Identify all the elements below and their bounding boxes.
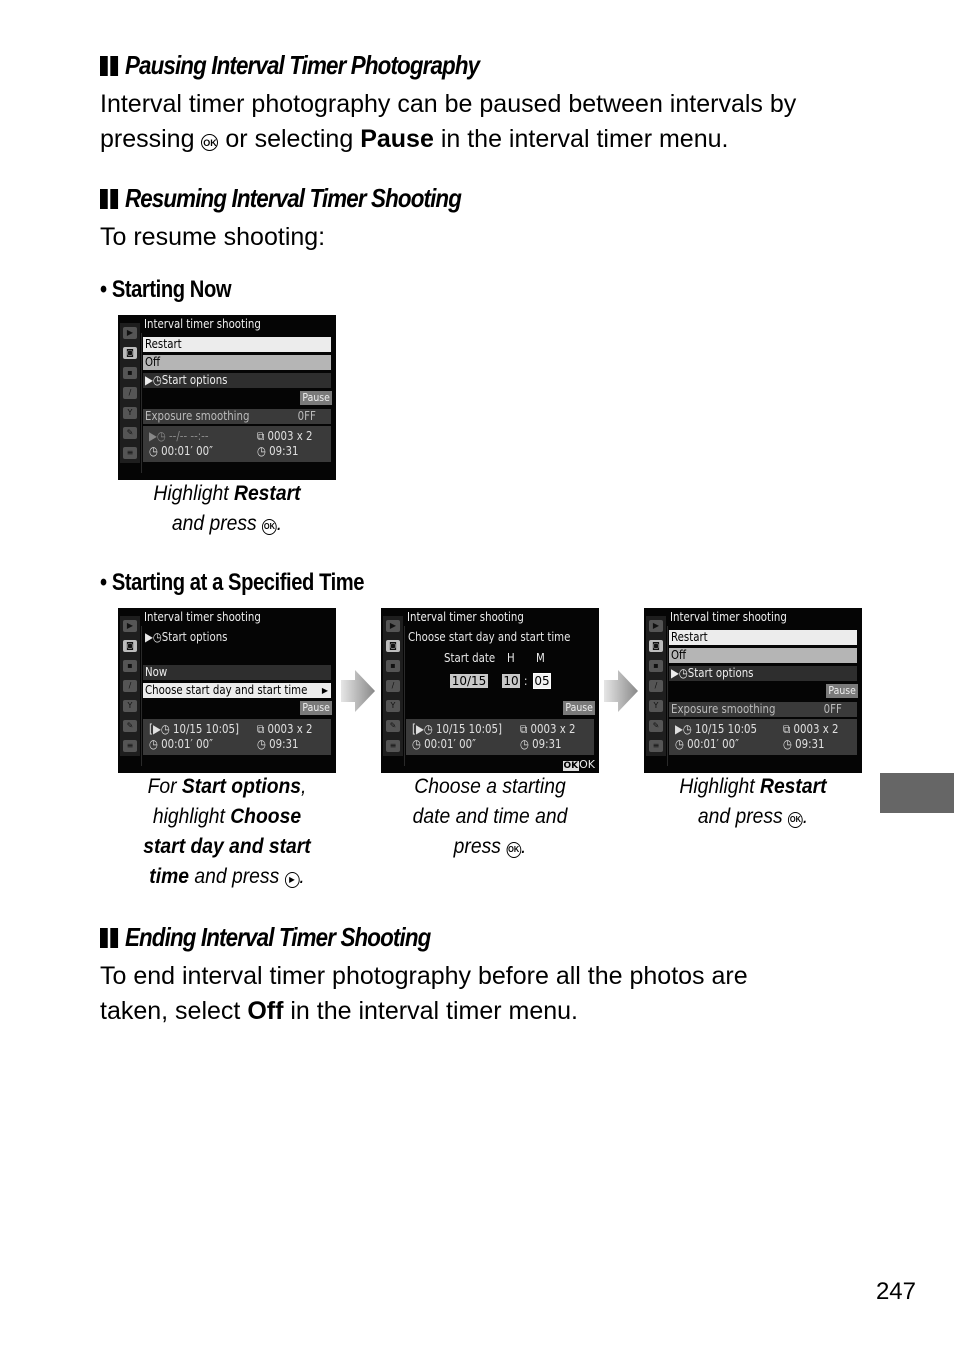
ok-button-icon: OK: [262, 519, 277, 535]
resume-intro: To resume shooting:: [100, 223, 326, 251]
pencil-icon: /: [123, 680, 137, 692]
wrench-icon: Y: [386, 700, 400, 712]
start-date-label: Start date: [444, 651, 496, 665]
menu-sidebar: ▶ ◙ ▪ / Y ✎ ≡: [120, 323, 140, 463]
pencil-icon: /: [386, 680, 400, 692]
menu-sidebar: ▶ ◙ ▪ / Y ✎ ≡: [646, 616, 666, 756]
my-menu-icon: ≡: [123, 740, 137, 752]
my-menu-icon: ≡: [649, 740, 663, 752]
retouch-icon: ✎: [123, 427, 137, 439]
menu-sidebar: ▶ ◙ ▪ / Y ✎ ≡: [383, 616, 403, 756]
retouch-icon: ✎: [123, 720, 137, 732]
menu-item-exposure-smoothing[interactable]: Exposure smoothing 0FF: [669, 702, 857, 717]
next-step-arrow-icon: [604, 670, 638, 712]
screen-title: Interval timer shooting: [144, 317, 261, 331]
section-marker-icon: [110, 927, 119, 948]
menu-item-off[interactable]: Off: [143, 355, 331, 370]
menu-item-start-options[interactable]: ▶◷Start options: [669, 666, 857, 681]
caption-start-options: For Start options, highlight Choose star…: [143, 775, 311, 888]
wrench-icon: Y: [123, 700, 137, 712]
screen-title: Interval timer shooting: [407, 610, 524, 624]
camera-icon: ◙: [649, 640, 663, 652]
menu-item-now[interactable]: Now: [143, 665, 331, 680]
submenu-arrow-icon: ▶: [321, 686, 328, 695]
camera-screen-start-options: ▶ ◙ ▪ / Y ✎ ≡ Interval timer shooting ▶◷…: [118, 608, 336, 773]
submenu-header: ▶◷Start options: [145, 630, 228, 644]
page-number: 247: [875, 1278, 916, 1305]
timer-info-panel: [▶◷ 10/15 10:05] ◷ 00:01′ 00″ ⧉ 0003 x 2…: [406, 719, 594, 755]
menu-item-off[interactable]: Off: [669, 648, 857, 663]
playback-icon: ▶: [123, 327, 137, 339]
screen-title: Interval timer shooting: [144, 610, 261, 624]
section-marker-icon: [110, 55, 119, 76]
playback-icon: ▶: [649, 620, 663, 632]
section-marker-icon: [110, 188, 119, 209]
menu-item-choose-start[interactable]: Choose start day and start time ▶: [143, 683, 331, 698]
ok-button-icon: OK: [788, 812, 803, 828]
ok-button-icon: OK: [201, 134, 219, 151]
minute-field[interactable]: 05: [533, 673, 551, 689]
hour-label: H: [507, 651, 515, 665]
submenu-header: Choose start day and start time: [408, 630, 571, 644]
timer-info-panel: ▶◷ --/-- --:-- ◷ 00:01′ 00″ ⧉ 0003 x 2 ◷…: [143, 426, 331, 462]
movie-icon: ▪: [649, 660, 663, 672]
caption-highlight-restart: Highlight Restart and press OK.: [679, 775, 827, 828]
ok-button-icon: OK: [506, 842, 521, 858]
movie-icon: ▪: [123, 660, 137, 672]
timer-info-panel: ▶◷ 10/15 10:05 ◷ 00:01′ 00″ ⧉ 0003 x 2 ◷…: [669, 719, 857, 755]
camera-icon: ◙: [123, 347, 137, 359]
menu-sidebar: ▶ ◙ ▪ / Y ✎ ≡: [120, 616, 140, 756]
wrench-icon: Y: [649, 700, 663, 712]
bullet-specified-time: • Starting at a Specified Time: [100, 569, 365, 596]
retouch-icon: ✎: [386, 720, 400, 732]
ok-confirm-hint[interactable]: OKOK: [562, 758, 595, 771]
heading-resuming: Resuming Interval Timer Shooting: [100, 183, 462, 214]
menu-item-exposure-smoothing[interactable]: Exposure smoothing 0FF: [143, 409, 331, 424]
caption-starting-now: Highlight Restart and press OK.: [153, 482, 301, 535]
start-date-field[interactable]: 10/15: [450, 674, 488, 688]
my-menu-icon: ≡: [386, 740, 400, 752]
heading-ending: Ending Interval Timer Shooting: [100, 922, 431, 953]
section-marker-icon: [100, 188, 108, 209]
pause-badge: Pause: [826, 684, 858, 698]
camera-screen-restart-scheduled: ▶ ◙ ▪ / Y ✎ ≡ Interval timer shooting Re…: [644, 608, 862, 773]
camera-icon: ◙: [386, 640, 400, 652]
section-marker-icon: [100, 927, 108, 948]
bullet-starting-now: • Starting Now: [100, 276, 232, 303]
pause-badge: Pause: [563, 701, 595, 715]
movie-icon: ▪: [386, 660, 400, 672]
screen-title: Interval timer shooting: [670, 610, 787, 624]
pausing-paragraph: Interval timer photography can be paused…: [100, 90, 797, 153]
ending-paragraph: To end interval timer photography before…: [100, 962, 748, 1025]
movie-icon: ▪: [123, 367, 137, 379]
menu-item-start-options[interactable]: ▶◷Start options: [143, 373, 331, 388]
playback-icon: ▶: [123, 620, 137, 632]
my-menu-icon: ≡: [123, 447, 137, 459]
next-step-arrow-icon: [341, 670, 375, 712]
pencil-icon: /: [123, 387, 137, 399]
minute-label: M: [536, 651, 545, 665]
pencil-icon: /: [649, 680, 663, 692]
camera-screen-choose-date: ▶ ◙ ▪ / Y ✎ ≡ Interval timer shooting Ch…: [381, 608, 599, 773]
camera-screen-restart: ▶ ◙ ▪ / Y ✎ ≡ Interval timer shooting Re…: [118, 315, 336, 480]
caption-choose-date: Choose a starting date and time and pres…: [412, 775, 568, 858]
pause-badge: Pause: [300, 701, 332, 715]
heading-pausing: Pausing Interval Timer Photography: [100, 50, 480, 81]
playback-icon: ▶: [386, 620, 400, 632]
section-marker-icon: [100, 55, 108, 76]
multi-selector-right-icon: ▶: [284, 872, 300, 888]
timer-info-panel: [▶◷ 10/15 10:05] ◷ 00:01′ 00″ ⧉ 0003 x 2…: [143, 719, 331, 755]
hour-field[interactable]: 10: [502, 674, 520, 688]
menu-item-restart[interactable]: Restart: [669, 630, 857, 645]
menu-item-restart[interactable]: Restart: [143, 337, 331, 352]
wrench-icon: Y: [123, 407, 137, 419]
camera-icon: ◙: [123, 640, 137, 652]
retouch-icon: ✎: [649, 720, 663, 732]
chapter-tab: [880, 773, 954, 813]
pause-badge: Pause: [300, 391, 332, 405]
